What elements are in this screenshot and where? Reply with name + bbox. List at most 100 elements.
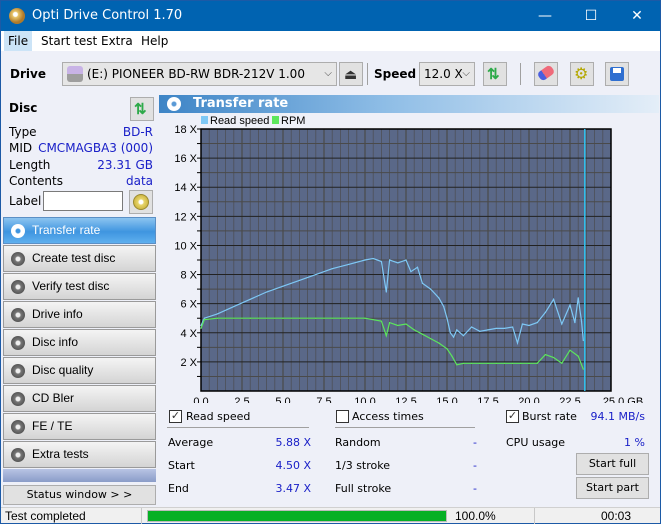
legend-swatch xyxy=(272,116,279,124)
settings-button[interactable]: ⚙ xyxy=(570,62,594,86)
disc-mid-label: MID xyxy=(9,141,33,155)
data-point xyxy=(348,263,350,265)
data-point xyxy=(266,291,268,293)
read-speed-label: Read speed xyxy=(186,410,251,423)
data-point xyxy=(380,260,382,263)
x-tick-label: 0.0 xyxy=(193,396,208,403)
data-point xyxy=(421,282,423,284)
nav-transfer-rate[interactable]: Transfer rate xyxy=(3,217,156,244)
eject-button[interactable]: ⏏ xyxy=(339,62,363,86)
data-point xyxy=(528,362,530,364)
eject-icon: ⏏ xyxy=(344,66,358,82)
disc-refresh-button[interactable]: ⇅ xyxy=(130,97,154,121)
data-point xyxy=(462,335,464,337)
disc-length-value: 23.31 GB xyxy=(97,158,153,172)
erase-button[interactable] xyxy=(534,62,558,86)
access-times-checkbox[interactable] xyxy=(336,410,349,423)
data-point xyxy=(446,348,448,350)
nav-label: FE / TE xyxy=(32,419,73,433)
data-point xyxy=(580,320,583,322)
nav-spacer xyxy=(3,469,156,482)
data-point xyxy=(520,362,522,364)
drive-icon xyxy=(67,66,83,82)
nav-label: Create test disc xyxy=(32,251,116,265)
nav-label: Transfer rate xyxy=(32,223,101,237)
start-value: 4.50 X xyxy=(275,459,311,472)
close-button[interactable]: ✕ xyxy=(614,1,660,31)
toolbar-separator xyxy=(520,63,521,85)
data-point xyxy=(389,259,391,261)
burst-rate-checkbox[interactable]: ✓ xyxy=(506,410,519,423)
data-point xyxy=(569,304,571,306)
nav-cd-bler[interactable]: CD Bler xyxy=(3,385,156,412)
data-point xyxy=(421,333,423,335)
nav-extra-tests[interactable]: Extra tests xyxy=(3,441,156,468)
nav-label: Extra tests xyxy=(32,447,89,461)
minimize-button[interactable]: — xyxy=(522,1,568,31)
menu-help[interactable]: Help xyxy=(137,31,172,51)
data-point xyxy=(544,311,546,313)
legend-swatch xyxy=(201,116,208,124)
disc-label-button[interactable] xyxy=(129,190,153,214)
data-point xyxy=(385,291,387,293)
data-point xyxy=(487,362,489,364)
divider xyxy=(335,427,475,428)
drive-select[interactable]: (E:) PIONEER BD-RW BDR-212V 1.00 ⌵ xyxy=(62,62,337,86)
start-part-button[interactable]: Start part xyxy=(576,477,649,499)
data-point xyxy=(487,329,489,331)
status-separator xyxy=(141,508,142,524)
drive-value: (E:) PIONEER BD-RW BDR-212V 1.00 xyxy=(87,67,305,81)
refresh-icon: ⇅ xyxy=(134,101,147,118)
speed-select[interactable]: 12.0 X ⌵ xyxy=(419,62,475,86)
data-point xyxy=(372,319,374,321)
menu-start-test[interactable]: Start test xyxy=(37,31,101,51)
refresh-icon: ⇅ xyxy=(487,66,500,83)
x-tick-label: 7.5 xyxy=(316,396,331,403)
data-point xyxy=(452,336,455,338)
data-point xyxy=(479,330,481,332)
data-point xyxy=(503,362,505,364)
data-point xyxy=(405,323,407,325)
menu-extra[interactable]: Extra xyxy=(97,31,137,51)
data-point xyxy=(553,298,555,300)
nav-label: Drive info xyxy=(32,307,83,321)
status-window-button[interactable]: Status window > > xyxy=(3,485,156,505)
data-point xyxy=(516,342,519,344)
extra-tests-icon xyxy=(11,448,25,462)
data-point xyxy=(449,332,451,334)
window-title: Opti Drive Control 1.70 xyxy=(32,8,183,23)
menu-file[interactable]: File xyxy=(4,31,33,51)
disc-label-input[interactable] xyxy=(43,191,123,211)
random-label: Random xyxy=(335,436,381,449)
disc-mid-row: MID CMCMAGBA3 (000) xyxy=(9,141,153,157)
data-point xyxy=(446,317,448,319)
data-point xyxy=(315,317,317,319)
speed-label: Speed xyxy=(374,67,417,81)
progress-bar xyxy=(147,510,447,522)
data-point xyxy=(503,327,505,330)
data-point xyxy=(495,362,497,364)
nav-drive-info[interactable]: Drive info xyxy=(3,301,156,328)
data-point xyxy=(569,349,571,351)
access-times-label: Access times xyxy=(352,410,424,423)
maximize-button[interactable]: ☐ xyxy=(568,1,614,31)
status-separator xyxy=(534,508,535,524)
x-tick-label: 2.5 xyxy=(234,396,249,403)
drive-label: Drive xyxy=(10,67,46,81)
read-speed-checkbox[interactable]: ✓ xyxy=(169,410,182,423)
full-stroke-label: Full stroke xyxy=(335,482,392,495)
nav-create-test-disc[interactable]: Create test disc xyxy=(3,245,156,272)
status-text: Test completed xyxy=(5,509,86,523)
data-point xyxy=(203,319,205,321)
refresh-button[interactable]: ⇅ xyxy=(483,62,507,86)
data-point xyxy=(203,317,205,319)
nav-fe-te[interactable]: FE / TE xyxy=(3,413,156,440)
disc-contents-value: data xyxy=(125,174,153,188)
nav-verify-test-disc[interactable]: Verify test disc xyxy=(3,273,156,300)
save-button[interactable] xyxy=(605,62,629,86)
start-full-button[interactable]: Start full xyxy=(576,453,649,475)
nav-disc-quality[interactable]: Disc quality xyxy=(3,357,156,384)
nav-disc-info[interactable]: Disc info xyxy=(3,329,156,356)
data-point xyxy=(389,321,391,324)
menu-bar: File Start test Extra Help xyxy=(1,31,660,51)
